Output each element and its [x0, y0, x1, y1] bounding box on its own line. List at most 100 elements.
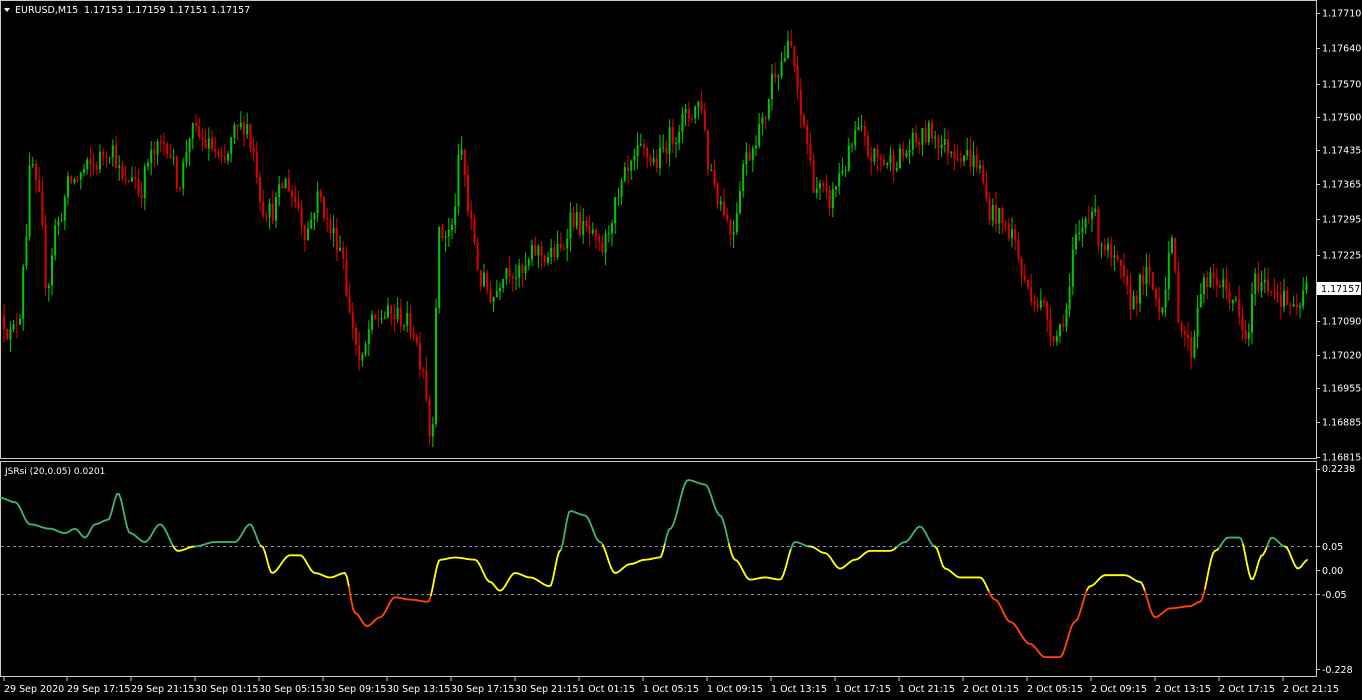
candle	[790, 29, 793, 49]
candle	[147, 158, 149, 171]
candle	[639, 133, 642, 147]
candle	[847, 137, 850, 173]
candle	[774, 62, 777, 84]
candle	[44, 215, 47, 296]
candle	[118, 155, 121, 181]
candle	[543, 254, 546, 267]
candle	[473, 213, 476, 246]
candle	[271, 190, 274, 225]
candle	[1135, 290, 1138, 317]
time-tick-label: 1 Oct 21:15	[899, 684, 955, 695]
candle	[771, 64, 773, 111]
candle	[233, 122, 236, 145]
candle	[188, 137, 191, 166]
candle	[457, 143, 460, 216]
candle	[831, 182, 834, 218]
candle	[409, 305, 412, 340]
candle	[793, 45, 796, 73]
candle	[703, 103, 706, 132]
candle	[204, 129, 207, 149]
price-tick-label: 1.16815	[1322, 453, 1361, 464]
candle	[1212, 263, 1215, 290]
candle	[425, 356, 428, 403]
candle	[1129, 273, 1132, 320]
jsrsi-segment	[674, 511, 678, 521]
candle	[415, 333, 418, 347]
candle	[150, 140, 153, 176]
candle	[1171, 234, 1173, 255]
candle	[975, 147, 978, 173]
current-price-marker: 1.17157	[1317, 282, 1361, 295]
candle	[1052, 335, 1055, 347]
candle	[1167, 241, 1170, 301]
jsrsi-segment	[350, 597, 354, 610]
candle	[54, 218, 57, 261]
candle	[265, 212, 268, 223]
candle	[335, 217, 338, 262]
candle	[111, 139, 114, 167]
candle	[991, 198, 994, 227]
symbol-dropdown-icon[interactable]	[4, 8, 10, 12]
candle	[809, 132, 812, 166]
candle	[28, 152, 31, 241]
candle	[828, 185, 831, 217]
candle	[1215, 268, 1218, 298]
candle	[799, 78, 802, 129]
candle	[995, 191, 997, 233]
candle	[351, 302, 354, 340]
candle	[822, 180, 825, 193]
candle	[643, 139, 645, 158]
candle	[1158, 286, 1161, 321]
candle	[566, 228, 569, 262]
candle	[1174, 237, 1177, 275]
candle	[1222, 268, 1225, 299]
candle	[531, 239, 533, 267]
candle	[105, 150, 108, 168]
candle	[537, 244, 540, 269]
candle	[38, 166, 41, 193]
candle	[1119, 259, 1122, 280]
candle	[169, 143, 172, 159]
candle	[476, 237, 479, 272]
candle	[582, 208, 585, 244]
jsrsi-segment	[786, 554, 790, 564]
candle	[1267, 267, 1269, 296]
price-tick-label: 1.17225	[1322, 251, 1361, 262]
candle	[214, 136, 217, 159]
candle	[342, 241, 345, 270]
indicator-title: JSRsi (20,0.05) 0.0201	[4, 467, 105, 477]
candle	[451, 217, 453, 240]
candle	[1046, 300, 1049, 333]
candle	[127, 179, 130, 184]
candle	[1084, 216, 1087, 235]
candle	[483, 263, 485, 288]
candle	[35, 159, 37, 194]
jsrsi-segment	[124, 517, 128, 528]
candle	[22, 263, 25, 331]
candle	[563, 244, 565, 252]
candle	[211, 129, 213, 152]
candle	[815, 176, 818, 199]
jsrsi-segment	[606, 555, 610, 563]
candle	[419, 332, 421, 379]
candle	[1110, 236, 1113, 268]
indicator-tick-label: 0.00	[1322, 566, 1343, 577]
candle	[1145, 253, 1148, 297]
candle	[9, 321, 12, 353]
candle	[841, 157, 844, 176]
jsrsi-segment	[1202, 587, 1206, 598]
candle	[649, 153, 652, 167]
candle	[495, 280, 498, 298]
candle	[1139, 273, 1141, 312]
candle	[1257, 262, 1260, 295]
candle	[1263, 267, 1266, 294]
candle	[102, 147, 105, 166]
candle	[524, 252, 527, 281]
candle	[367, 320, 370, 357]
jsrsi-segment	[784, 561, 788, 571]
time-tick-label: 29 Sep 17:15	[67, 684, 130, 695]
candle	[553, 240, 556, 262]
candle	[918, 138, 921, 155]
jsrsi-segment	[710, 494, 714, 503]
trading-chart[interactable]: EURUSD,M15 1.17153 1.17159 1.17151 1.171…	[0, 0, 1362, 700]
